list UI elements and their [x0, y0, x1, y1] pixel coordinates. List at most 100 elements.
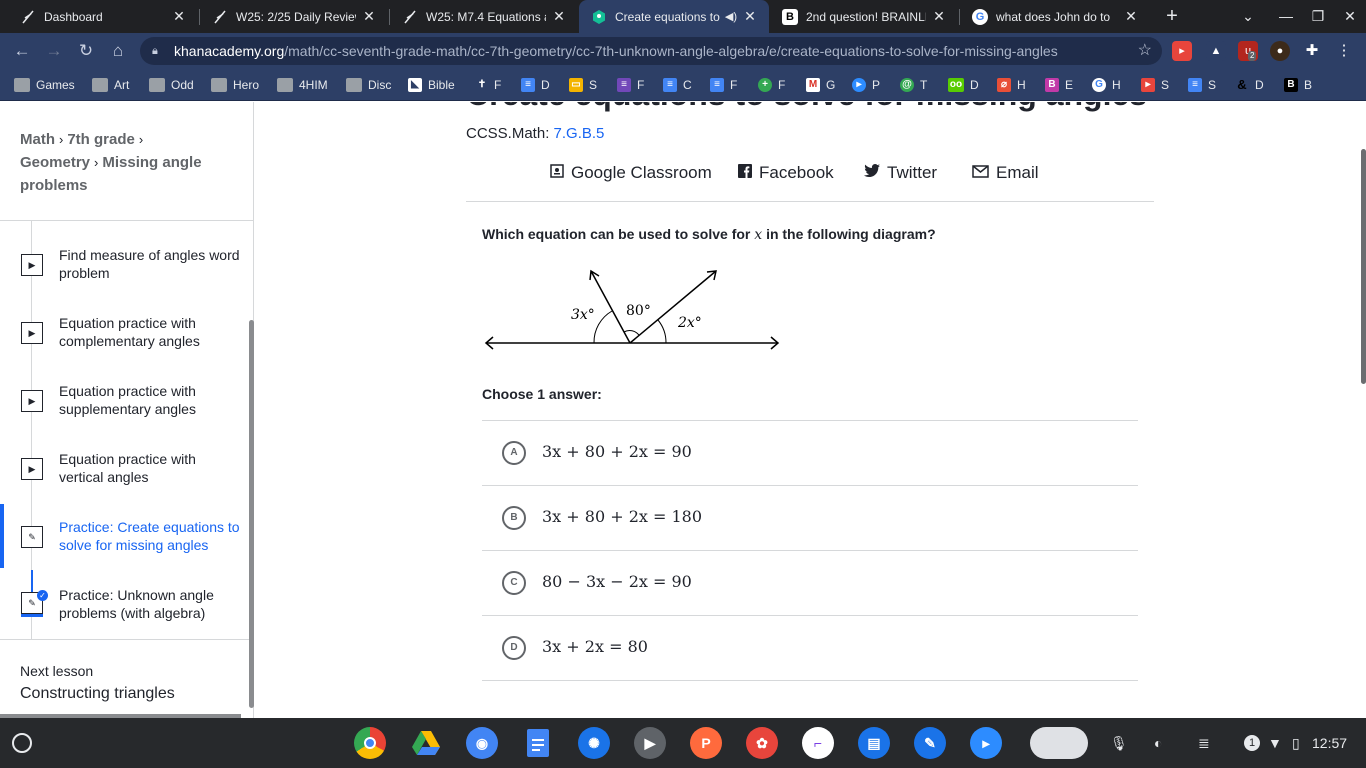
sidebar-item-unknown-angle[interactable]: ✎ ✓ Practice: Unknown angle problems (wi…: [0, 586, 254, 646]
tab-brainly[interactable]: B 2nd question! BRAINLIE ✕: [770, 0, 958, 33]
zoom-icon[interactable]: ▸: [970, 727, 1002, 759]
bookmark-c[interactable]: ≡ C: [663, 75, 692, 95]
sidebar-item-vertical[interactable]: ▶ Equation practice with vertical angles: [0, 450, 254, 510]
tab-equations[interactable]: W25: M7.4 Equations a ✕: [390, 0, 578, 33]
sidebar-item-supplementary[interactable]: ▶ Equation practice with supplementary a…: [0, 382, 254, 442]
bookmark-f4[interactable]: ≡ F: [710, 75, 737, 95]
speaker-icon[interactable]: ◀): [725, 10, 737, 23]
video-icon[interactable]: ▶: [634, 727, 666, 759]
tab-daily-review[interactable]: W25: 2/25 Daily Review ✕: [200, 0, 388, 33]
share-facebook-button[interactable]: Facebook: [738, 163, 834, 183]
paint-icon[interactable]: ✿: [746, 727, 778, 759]
playlist-icon[interactable]: ≣: [1198, 718, 1210, 768]
bookmark-duolingo[interactable]: oo D: [948, 75, 979, 95]
bookmark-t[interactable]: @ T: [900, 75, 927, 95]
bookmark-gmail[interactable]: MG: [806, 75, 835, 95]
drive-icon[interactable]: [410, 727, 442, 759]
next-lesson-link[interactable]: Constructing triangles: [20, 685, 175, 703]
bookmark-brainly[interactable]: BB: [1284, 75, 1312, 95]
bookmark-google[interactable]: GH: [1092, 75, 1121, 95]
settings-wheel-icon[interactable]: ✺: [578, 727, 610, 759]
drive-extension-icon[interactable]: ▲: [1206, 41, 1226, 61]
extensions-puzzle-icon[interactable]: ✚: [1302, 41, 1322, 61]
bookmark-f2[interactable]: ≡ F: [617, 75, 644, 95]
tab-khan-academy-active[interactable]: Create equations to ◀) ✕: [579, 0, 769, 33]
camera-icon[interactable]: ◉: [466, 727, 498, 759]
notification-count[interactable]: 1: [1244, 718, 1260, 768]
extension-video-icon[interactable]: ▸: [1172, 41, 1192, 61]
breadcrumb-math[interactable]: Math: [20, 131, 55, 148]
ccss-link[interactable]: 7.G.B.5: [554, 125, 605, 142]
microphone-icon[interactable]: 🎙︎: [1110, 718, 1128, 768]
folder-icon: [92, 78, 108, 92]
bookmark-games[interactable]: Games: [14, 75, 75, 95]
bookmark-s2[interactable]: ▸ S: [1141, 75, 1169, 95]
sidebar-item-find-measure[interactable]: ▶ Find measure of angles word problem: [0, 246, 254, 306]
tab-google-search[interactable]: G what does John do to ✕: [960, 0, 1150, 33]
angle-label-right: 2x°: [677, 315, 702, 331]
bookmark-f1[interactable]: ✝ F: [476, 75, 502, 95]
bookmark-s3[interactable]: ≡ S: [1188, 75, 1216, 95]
tab-dashboard[interactable]: Dashboard ✕: [8, 0, 198, 33]
extension-badge: 2: [1248, 51, 1257, 61]
bookmark-d2[interactable]: & D: [1235, 75, 1263, 95]
clock[interactable]: 12:57: [1312, 718, 1347, 768]
sidebar-item-create-equations[interactable]: ✎ Practice: Create equations to solve fo…: [0, 504, 254, 568]
sidebar-item-complementary[interactable]: ▶ Equation practice with complementary a…: [0, 314, 254, 374]
bookmark-disc[interactable]: Disc: [346, 75, 391, 95]
breadcrumb-geometry[interactable]: Geometry: [20, 154, 90, 171]
bookmark-odd[interactable]: Odd: [149, 75, 194, 95]
bookmark-f5[interactable]: + F: [758, 75, 785, 95]
reload-icon[interactable]: ↻: [74, 39, 98, 63]
close-icon[interactable]: ✕: [743, 8, 757, 25]
docs-icon[interactable]: [522, 727, 554, 759]
answer-choice-b[interactable]: B 3x + 80 + 2x = 180: [482, 486, 1138, 551]
tab-search-chevron-icon[interactable]: ⌄: [1232, 0, 1264, 33]
close-icon[interactable]: ✕: [1124, 8, 1138, 25]
share-google-classroom-button[interactable]: Google Classroom: [550, 163, 712, 183]
bookmark-4him[interactable]: 4HIM: [277, 75, 328, 95]
page-scrollbar[interactable]: [1361, 149, 1366, 384]
bookmark-h1[interactable]: ⌀ H: [997, 75, 1026, 95]
window-preview-icon[interactable]: [1030, 727, 1088, 759]
back-icon[interactable]: ←: [10, 39, 34, 63]
answer-choice-d[interactable]: D 3x + 2x = 80: [482, 616, 1138, 681]
bookmark-hero[interactable]: Hero: [211, 75, 259, 95]
new-tab-button[interactable]: +: [1160, 4, 1184, 28]
bookmark-bible[interactable]: ◣ Bible: [408, 75, 455, 95]
forward-icon[interactable]: →: [42, 39, 66, 63]
audio-icon[interactable]: ◐: [1154, 718, 1162, 768]
bookmark-art[interactable]: Art: [92, 75, 129, 95]
close-icon[interactable]: ✕: [172, 8, 186, 25]
bookmark-d1[interactable]: ≡ D: [521, 75, 550, 95]
share-twitter-button[interactable]: Twitter: [864, 163, 937, 183]
minimize-icon[interactable]: —: [1270, 0, 1302, 33]
files-icon[interactable]: ▤: [858, 727, 890, 759]
launcher-icon[interactable]: [12, 733, 32, 753]
battery-icon[interactable]: ▯: [1292, 718, 1300, 768]
pear-deck-icon[interactable]: P: [690, 727, 722, 759]
chrome-icon[interactable]: [354, 727, 386, 759]
bookmark-s1[interactable]: ▭ S: [569, 75, 597, 95]
bookmark-star-icon[interactable]: ☆: [1138, 37, 1152, 65]
close-icon[interactable]: ✕: [362, 8, 376, 25]
share-email-button[interactable]: Email: [972, 163, 1039, 183]
screencastify-icon[interactable]: ⌐: [802, 727, 834, 759]
ublock-icon[interactable]: u 2: [1238, 41, 1258, 61]
menu-kebab-icon[interactable]: ⋮: [1334, 41, 1354, 61]
close-icon[interactable]: ✕: [932, 8, 946, 25]
breadcrumb-7th-grade[interactable]: 7th grade: [67, 131, 135, 148]
wifi-icon[interactable]: ▼: [1268, 718, 1282, 768]
bookmark-e[interactable]: BE: [1045, 75, 1073, 95]
restore-icon[interactable]: ❐: [1302, 0, 1334, 33]
answer-choice-a[interactable]: A 3x + 80 + 2x = 90: [482, 421, 1138, 486]
bookmark-zoom[interactable]: ▸ P: [852, 75, 880, 95]
lock-icon[interactable]: 🔒︎: [152, 37, 158, 65]
home-icon[interactable]: ⌂: [106, 39, 130, 63]
canvas-icon[interactable]: ✎: [914, 727, 946, 759]
answer-choice-c[interactable]: C 80 − 3x − 2x = 90: [482, 551, 1138, 616]
extension-avatar-icon[interactable]: ●: [1270, 41, 1290, 61]
close-icon[interactable]: ✕: [552, 8, 566, 25]
address-bar[interactable]: 🔒︎ khanacademy.org/math/cc-seventh-grade…: [140, 37, 1162, 65]
close-window-icon[interactable]: ✕: [1334, 0, 1366, 33]
